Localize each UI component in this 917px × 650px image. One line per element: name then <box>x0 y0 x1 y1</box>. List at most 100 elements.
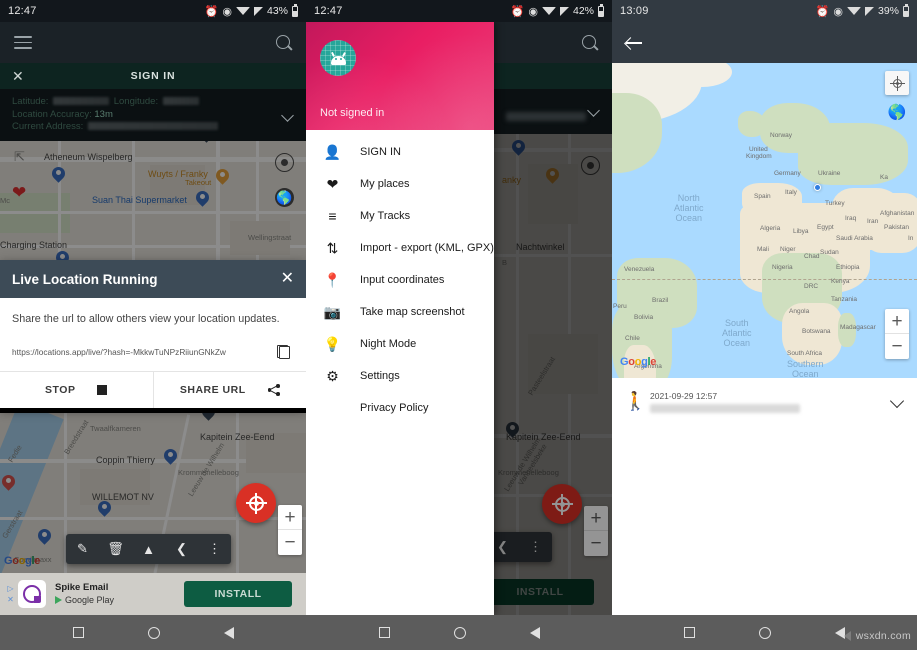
my-location-button[interactable] <box>885 71 909 95</box>
home-circle-icon[interactable] <box>453 626 466 639</box>
install-button[interactable]: INSTALL <box>184 581 292 607</box>
zoom-controls[interactable]: + − <box>885 309 909 359</box>
world-label: Turkey <box>825 200 845 207</box>
account-name: Not signed in <box>320 107 385 119</box>
camera-icon: 📷 <box>323 304 342 320</box>
menu-item-take-map-screenshot[interactable]: 📷 Take map screenshot <box>306 296 494 328</box>
street-map-top[interactable]: Atheneum Wispelberg Wuyts / Franky Takeo… <box>0 133 306 263</box>
my-location-icon[interactable] <box>275 153 294 172</box>
app-bar <box>0 22 306 63</box>
signin-label[interactable]: SIGN IN <box>0 70 306 82</box>
menu-item-input-coordinates[interactable]: 📍 Input coordinates <box>306 264 494 296</box>
copy-icon[interactable] <box>277 345 290 359</box>
share-icon[interactable]: ❮ <box>165 534 198 564</box>
track-summary-bar[interactable]: 🚶 2021-09-29 12:57 <box>612 378 917 425</box>
globe-button[interactable]: 🌎 <box>885 100 909 124</box>
world-label: Bolivia <box>634 314 654 321</box>
drawer-header: Not signed in <box>306 22 494 130</box>
back-triangle-icon[interactable] <box>529 626 540 639</box>
world-label: Angola <box>789 308 810 315</box>
lightbulb-icon: 💡 <box>323 336 342 352</box>
hamburger-icon[interactable] <box>14 36 32 49</box>
street-map-bottom[interactable]: Twaalfkameren Kapitein Zee-Eend Coppin T… <box>0 413 306 578</box>
chevron-down-icon[interactable] <box>283 110 294 121</box>
menu-item-my-places[interactable]: ❤ My places <box>306 168 494 200</box>
navigation-drawer: Not signed in 👤 SIGN IN ❤ My places ≡ My… <box>306 22 494 615</box>
edit-icon[interactable]: ✎ <box>66 534 99 564</box>
live-location-dialog: Live Location Running ✕ Share the url to… <box>0 260 306 408</box>
world-label: DRC <box>804 283 819 290</box>
menu-item-sign-in[interactable]: 👤 SIGN IN <box>306 136 494 168</box>
back-arrow-icon[interactable] <box>626 36 643 49</box>
globe-icon[interactable]: 🌎 <box>275 188 294 207</box>
panel-navigation-drawer: 12:47 ⏰ ◉ 42% anky Nachtwinkel Kapitein … <box>306 0 612 650</box>
zoom-out-button[interactable]: − <box>885 334 909 359</box>
search-icon[interactable] <box>276 34 292 51</box>
battery-percent: 42% <box>572 5 594 17</box>
share-label: SHARE URL <box>179 384 246 396</box>
menu-label: Settings <box>360 370 400 382</box>
expand-arrows-icon[interactable]: ⇱ <box>14 149 30 165</box>
track-detail-redacted <box>650 403 800 413</box>
menu-item-import-export[interactable]: ⇅ Import - export (KML, GPX) <box>306 232 494 264</box>
stop-button[interactable]: STOP <box>0 372 153 408</box>
gear-icon: ⚙ <box>326 368 339 384</box>
status-icons: ⏰ ◉ 43% <box>205 4 298 18</box>
menu-item-privacy-policy[interactable]: Privacy Policy <box>306 392 494 424</box>
android-avatar-icon[interactable] <box>320 40 356 76</box>
search-icon[interactable] <box>582 34 598 51</box>
zoom-in-button[interactable]: + <box>278 505 302 530</box>
status-time: 12:47 <box>314 5 343 17</box>
share-url-text[interactable]: https://locations.app/live/?hash=-MkkwTu… <box>12 347 277 357</box>
longitude-value-redacted <box>162 97 199 106</box>
stop-square-icon <box>97 385 108 395</box>
walking-icon: 🚶 <box>624 391 647 411</box>
world-label: Germany <box>774 170 801 177</box>
google-play-icon <box>55 596 62 604</box>
accuracy-label: Location Accuracy: <box>12 108 92 120</box>
home-circle-icon[interactable] <box>759 626 771 639</box>
menu-item-settings[interactable]: ⚙ Settings <box>306 360 494 392</box>
share-url-button[interactable]: SHARE URL <box>152 372 307 408</box>
zoom-out-button[interactable]: − <box>278 530 302 555</box>
android-nav-bar <box>0 615 306 650</box>
recents-square-icon[interactable] <box>378 627 390 638</box>
recents-square-icon[interactable] <box>72 627 84 638</box>
back-triangle-icon[interactable] <box>223 626 234 639</box>
home-circle-icon[interactable] <box>147 626 160 639</box>
chevron-down-icon[interactable] <box>589 105 600 116</box>
world-label: Madagascar <box>840 324 876 331</box>
world-label: Italy <box>785 189 797 196</box>
latitude-value-redacted <box>53 97 110 106</box>
map-toolbar[interactable]: ✎ 🗑 ▲ ❮ ⋮ <box>66 534 231 564</box>
import-export-icon: ⇅ <box>326 240 339 256</box>
chevron-down-icon[interactable] <box>892 395 905 408</box>
navigate-icon[interactable]: ▲ <box>132 534 165 564</box>
ad-banner[interactable]: ▷ ✕ Spike Email Google Play INSTALL <box>0 573 306 615</box>
accuracy-row: Location Accuracy: 13m <box>12 109 294 122</box>
menu-item-night-mode[interactable]: 💡 Night Mode <box>306 328 494 360</box>
menu-label: Input coordinates <box>360 274 445 286</box>
menu-item-my-tracks[interactable]: ≡ My Tracks <box>306 200 494 232</box>
zoom-in-button[interactable]: + <box>885 309 909 334</box>
vibrate-icon: ◉ <box>833 5 843 18</box>
menu-label: My Tracks <box>360 210 411 222</box>
share-icon <box>267 384 280 396</box>
my-location-fab[interactable] <box>236 483 276 523</box>
adchoices-icon[interactable]: ▷ ✕ <box>6 584 15 604</box>
world-label: Mali <box>757 246 769 253</box>
status-time: 12:47 <box>8 5 37 17</box>
dialog-header: Live Location Running ✕ <box>0 260 306 298</box>
ocean-label: Southern Ocean <box>787 359 824 378</box>
menu-label: Take map screenshot <box>360 306 465 318</box>
more-vertical-icon[interactable]: ⋮ <box>198 534 231 564</box>
close-icon[interactable]: ✕ <box>281 271 294 287</box>
world-label: Peru <box>613 303 627 310</box>
recents-square-icon[interactable] <box>684 627 695 638</box>
signal-icon <box>864 6 874 16</box>
dialog-title: Live Location Running <box>12 271 158 287</box>
delete-icon[interactable]: 🗑 <box>99 534 132 564</box>
zoom-controls[interactable]: + − <box>278 505 302 555</box>
world-map[interactable]: Norway United Kingdom Germany Ukraine Sp… <box>612 63 917 378</box>
wifi-icon <box>541 7 556 15</box>
